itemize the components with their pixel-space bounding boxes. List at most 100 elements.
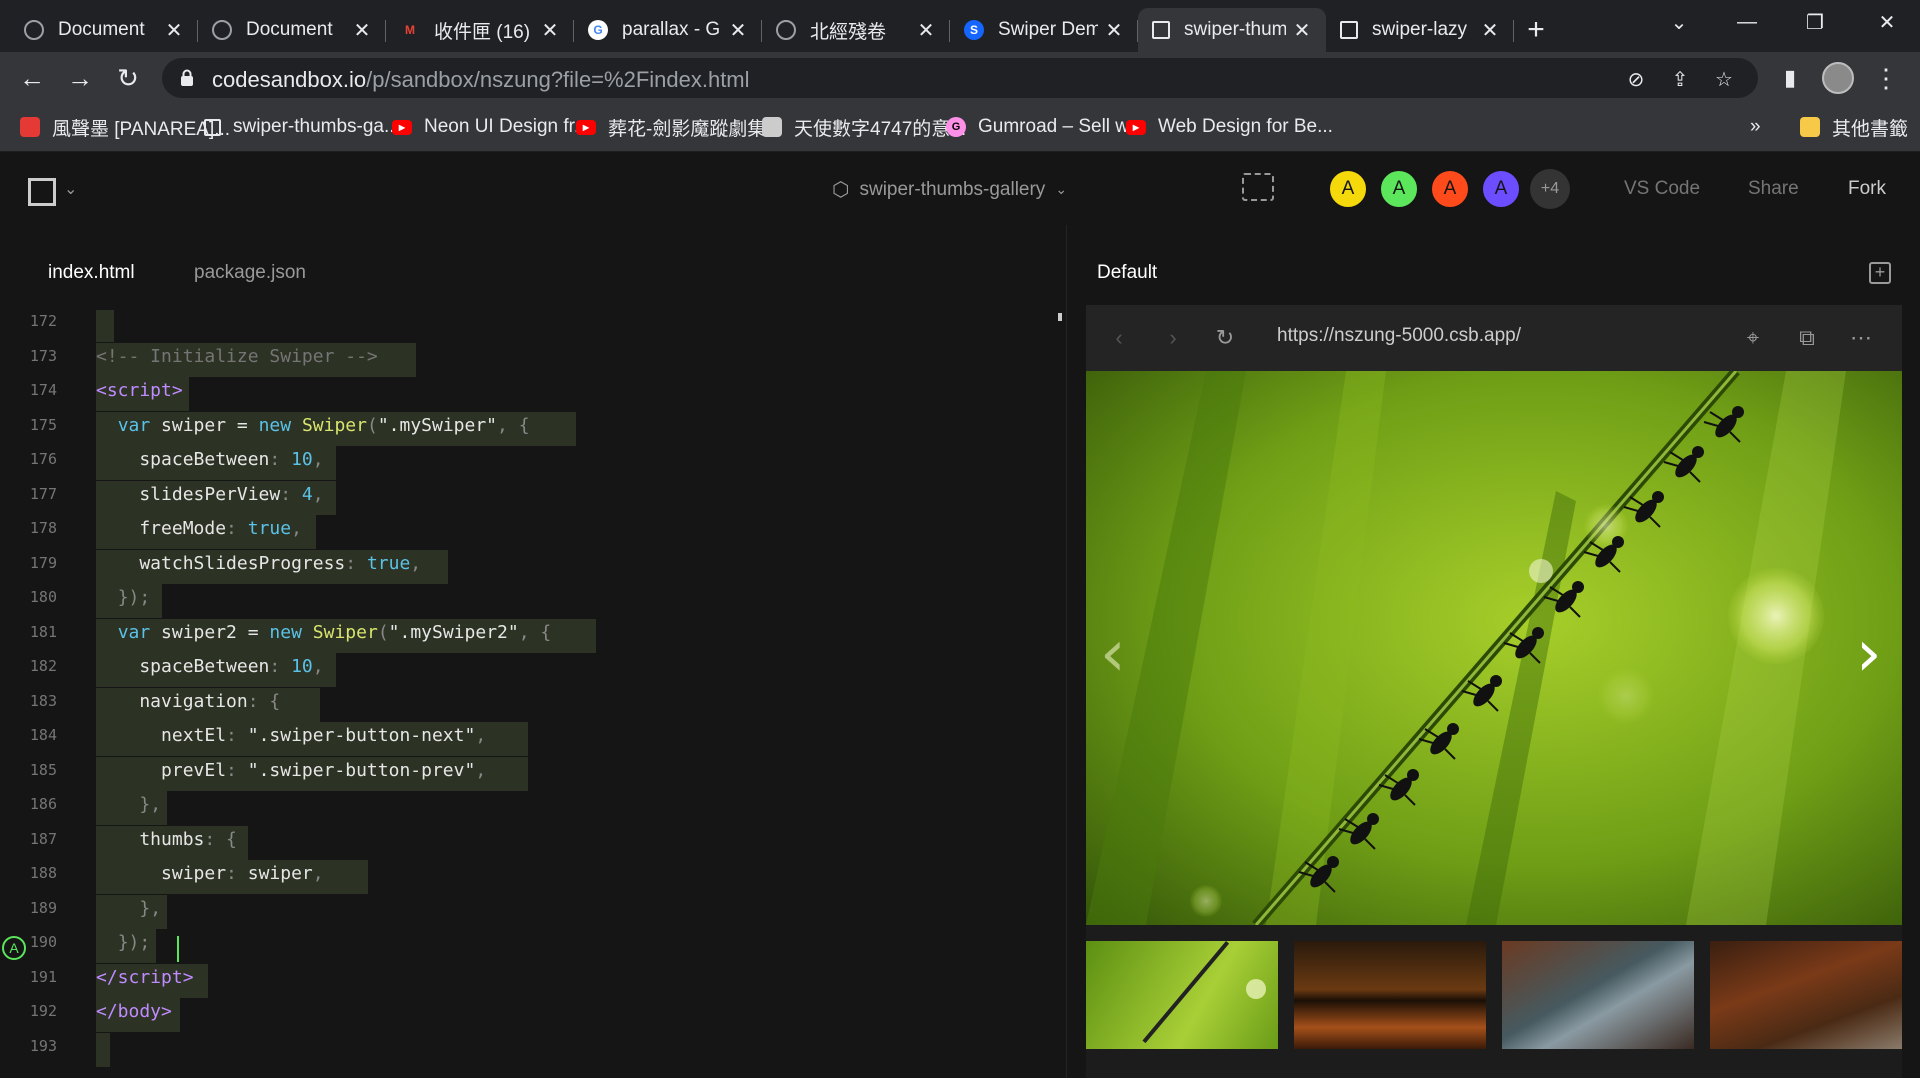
code-line[interactable]: 176 spaceBetween: 10, xyxy=(0,442,1064,480)
eye-off-icon[interactable]: ⊘ xyxy=(1624,67,1648,91)
close-window-button[interactable]: ✕ xyxy=(1860,0,1914,44)
thumbnail-sunset-lake[interactable] xyxy=(1294,941,1486,1049)
bookmark-item[interactable]: ▶ Neon UI Design fr... xyxy=(392,114,590,140)
code-line[interactable]: 177 slidesPerView: 4, xyxy=(0,477,1064,515)
bookmark-item[interactable]: 風聲墨 [PANAREA]... xyxy=(20,114,230,140)
code-line[interactable]: 175 var swiper = new Swiper(".mySwiper",… xyxy=(0,408,1064,446)
thumbnail-rocky-coast[interactable] xyxy=(1502,941,1694,1049)
profile-avatar[interactable] xyxy=(1820,60,1856,96)
browser-tab[interactable]: S Swiper Dem ✕ xyxy=(950,8,1138,52)
code-line[interactable]: 185 prevEl: ".swiper-button-prev", xyxy=(0,753,1064,791)
bookmark-item[interactable]: swiper-thumbs-ga... xyxy=(204,114,400,140)
menu-logo-button[interactable] xyxy=(28,178,56,206)
browser-tab-strip: Document ✕ Document ✕ M 收件匣 (16) ✕ Gparallax - … xyxy=(0,0,1920,52)
code-line[interactable]: 187 thumbs: { xyxy=(0,822,1064,860)
preview-refresh-icon[interactable]: ↻ xyxy=(1212,325,1238,351)
code-area[interactable]: 172 173 <!-- Initialize Swiper --> 174 <scri… xyxy=(0,310,1064,1078)
fork-button[interactable]: Fork xyxy=(1848,178,1886,200)
slide-prev-button[interactable]: ‹ xyxy=(1100,617,1126,691)
preview-url[interactable]: https://nszung-5000.csb.app/ xyxy=(1277,325,1521,347)
tab-title: swiper-thum xyxy=(1184,19,1286,40)
line-number: 174 xyxy=(29,381,57,399)
forward-button[interactable]: → xyxy=(62,60,98,96)
thumbnail-autumn-trees[interactable] xyxy=(1710,941,1902,1049)
share-link[interactable]: Share xyxy=(1748,178,1799,200)
code-line[interactable]: 178 freeMode: true, xyxy=(0,511,1064,549)
bookmark-item[interactable]: 天使數字4747的意... xyxy=(762,114,966,140)
code-line[interactable]: 182 spaceBetween: 10, xyxy=(0,649,1064,687)
tab-close-icon[interactable]: ✕ xyxy=(1104,18,1124,43)
collaborator-avatar[interactable]: A xyxy=(1481,169,1521,209)
browser-tab[interactable]: Gparallax - G ✕ xyxy=(574,8,762,52)
bookmark-item[interactable]: G Gumroad – Sell w... xyxy=(946,114,1144,140)
collaborator-avatar[interactable]: A xyxy=(1328,169,1368,209)
more-menu-icon[interactable]: ⋮ xyxy=(1868,60,1904,96)
code-text: var swiper = new Swiper(".mySwiper", { xyxy=(96,411,576,446)
collaborator-avatar[interactable]: A xyxy=(1379,169,1419,209)
code-line[interactable]: 183 navigation: { xyxy=(0,684,1064,722)
code-line[interactable]: 192 </body> xyxy=(0,994,1064,1032)
code-line[interactable]: 179 watchSlidesProgress: true, xyxy=(0,546,1064,584)
code-line[interactable]: 189 }, xyxy=(0,891,1064,929)
other-bookmarks-folder[interactable]: 其他書籤 xyxy=(1800,114,1908,140)
tab-close-icon[interactable]: ✕ xyxy=(728,18,748,43)
tab-search-icon[interactable]: ⌄ xyxy=(1652,0,1706,44)
code-line[interactable]: 190 }); xyxy=(0,925,1064,963)
collaborator-avatar[interactable]: A xyxy=(1430,169,1470,209)
tab-close-icon[interactable]: ✕ xyxy=(164,18,184,43)
crosshair-icon[interactable]: ⌖ xyxy=(1740,325,1766,351)
chevron-down-icon[interactable]: ⌄ xyxy=(64,179,77,199)
back-button[interactable]: ← xyxy=(14,60,50,96)
tab-close-icon[interactable]: ✕ xyxy=(1480,18,1500,43)
tab-close-icon[interactable]: ✕ xyxy=(1292,18,1312,43)
file-tab-package-json[interactable]: package.json xyxy=(194,262,306,284)
bookmark-star-icon[interactable]: ☆ xyxy=(1712,67,1736,91)
browser-tab[interactable]: Document ✕ xyxy=(198,8,386,52)
code-line[interactable]: 188 swiper: swiper, xyxy=(0,856,1064,894)
code-line[interactable]: 193 xyxy=(0,1029,1064,1067)
ants-on-grass-image xyxy=(1086,371,1902,925)
add-preview-icon[interactable]: + xyxy=(1869,262,1891,284)
share-icon[interactable]: ⇪ xyxy=(1668,67,1692,91)
bookmark-item[interactable]: ▶ Web Design for Be... xyxy=(1126,114,1333,140)
tab-close-icon[interactable]: ✕ xyxy=(352,18,372,43)
code-line[interactable]: 184 nextEl: ".swiper-button-next", xyxy=(0,718,1064,756)
code-line[interactable]: 174 <script> xyxy=(0,373,1064,411)
code-text: }, xyxy=(96,894,168,929)
tab-close-icon[interactable]: ✕ xyxy=(540,18,560,43)
code-line[interactable]: 191 </script> xyxy=(0,960,1064,998)
bookmarks-overflow-button[interactable]: » xyxy=(1750,114,1761,140)
browser-tab[interactable]: swiper-lazy ✕ xyxy=(1326,8,1514,52)
address-bar[interactable]: codesandbox.io/p/sandbox/nszung?file=%2F… xyxy=(162,58,1758,98)
browser-tab[interactable]: M 收件匣 (16) ✕ xyxy=(386,8,574,52)
code-line[interactable]: 172 xyxy=(0,310,1064,342)
browser-tab[interactable]: swiper-thum ✕ xyxy=(1138,8,1326,52)
preview-window-icon[interactable] xyxy=(1242,173,1274,201)
file-tab-index-html[interactable]: index.html xyxy=(48,262,135,284)
line-number: 177 xyxy=(29,484,57,503)
restore-button[interactable]: ❐ xyxy=(1788,0,1842,44)
new-tab-button[interactable]: + xyxy=(1514,8,1558,52)
sandbox-name-label: swiper-thumbs-gallery xyxy=(859,178,1046,200)
tab-close-icon[interactable]: ✕ xyxy=(916,18,936,43)
browser-tab[interactable]: 北經殘卷 ✕ xyxy=(762,8,950,52)
thumbnail-grass[interactable] xyxy=(1086,941,1278,1049)
vscode-link[interactable]: VS Code xyxy=(1624,178,1700,200)
reload-button[interactable]: ↻ xyxy=(110,60,146,96)
code-line[interactable]: 181 var swiper2 = new Swiper(".mySwiper2… xyxy=(0,615,1064,653)
open-new-window-icon[interactable]: ⧉ xyxy=(1794,325,1820,351)
preview-forward-icon[interactable]: › xyxy=(1160,325,1186,351)
preview-back-icon[interactable]: ‹ xyxy=(1106,325,1132,351)
minimize-button[interactable]: — xyxy=(1720,0,1774,44)
code-line[interactable]: 186 }, xyxy=(0,787,1064,825)
code-line[interactable]: 180 }); xyxy=(0,580,1064,618)
browser-tab[interactable]: Document ✕ xyxy=(10,8,198,52)
gmail-icon: M xyxy=(405,23,415,37)
side-panel-icon[interactable]: ▮ xyxy=(1772,60,1808,96)
bookmark-item[interactable]: ▶ 葬花-劍影魔蹤劇集... xyxy=(576,114,782,140)
slide-next-button[interactable]: › xyxy=(1856,617,1882,691)
code-line[interactable]: 173 <!-- Initialize Swiper --> xyxy=(0,339,1064,377)
more-options-icon[interactable]: ⋯ xyxy=(1848,325,1874,351)
sandbox-name[interactable]: ⬡ swiper-thumbs-gallery ⌄ xyxy=(832,177,1067,202)
more-collaborators-badge[interactable]: +4 xyxy=(1530,169,1570,209)
